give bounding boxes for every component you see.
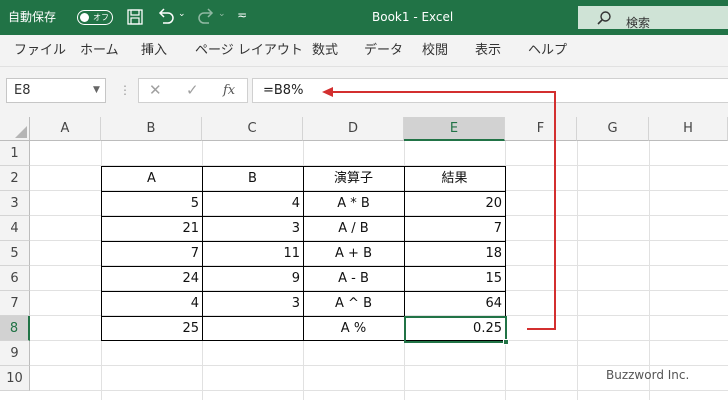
cell-e3[interactable]: 20 <box>404 191 505 216</box>
tab-data[interactable]: データ <box>364 35 403 66</box>
tab-file[interactable]: ファイル <box>14 35 66 66</box>
select-all-corner[interactable] <box>0 117 30 141</box>
ribbon-tabs: ファイル ホーム 挿入 ページ レイアウト 数式 データ 校閲 表示 ヘルプ <box>0 35 728 67</box>
cell-e5[interactable]: 18 <box>404 241 505 266</box>
row-header-7[interactable]: 7 <box>0 291 30 316</box>
cell-c7[interactable]: 3 <box>202 291 303 316</box>
cell-b2[interactable]: A <box>101 166 202 191</box>
name-box-value: E8 <box>14 83 31 98</box>
cell-b8[interactable]: 25 <box>101 316 202 341</box>
tab-formulas[interactable]: 数式 <box>312 35 338 66</box>
tab-insert[interactable]: 挿入 <box>141 35 167 66</box>
window-title: Book1 - Excel <box>372 10 454 24</box>
cell-e6[interactable]: 15 <box>404 266 505 291</box>
row-header-4[interactable]: 4 <box>0 216 30 241</box>
row-header-9[interactable]: 9 <box>0 341 30 366</box>
cell-d7[interactable]: A ^ B <box>303 291 404 316</box>
autosave-label: 自動保存 <box>8 10 57 24</box>
cell-d3[interactable]: A * B <box>303 191 404 216</box>
cell-c3[interactable]: 4 <box>202 191 303 216</box>
column-header-f[interactable]: F <box>505 117 577 141</box>
row-header-5[interactable]: 5 <box>0 241 30 266</box>
save-icon[interactable] <box>126 8 144 30</box>
column-header-g[interactable]: G <box>577 117 649 141</box>
cancel-icon[interactable]: ✕ <box>149 79 162 102</box>
more-options-icon[interactable]: ⋮ <box>119 80 131 100</box>
row-header-2[interactable]: 2 <box>0 166 30 191</box>
title-bar: 自動保存 オフ ⌄ ⌄ ≂ Book1 - Excel 検索 <box>0 0 728 35</box>
autosave-toggle[interactable]: オフ <box>77 10 113 25</box>
gridline <box>649 141 650 400</box>
cell-b3[interactable]: 5 <box>101 191 202 216</box>
active-cell-selection <box>404 316 507 343</box>
formula-buttons: ✕ ✓ fx <box>138 78 248 103</box>
cell-b4[interactable]: 21 <box>101 216 202 241</box>
cell-d5[interactable]: A + B <box>303 241 404 266</box>
search-icon <box>596 10 612 30</box>
autosave-state: オフ <box>93 13 109 22</box>
tab-help[interactable]: ヘルプ <box>528 35 567 66</box>
name-box-dropdown-icon[interactable]: ▼ <box>93 79 100 102</box>
cell-d4[interactable]: A / B <box>303 216 404 241</box>
row-header-1[interactable]: 1 <box>0 141 30 166</box>
column-header-a[interactable]: A <box>30 117 101 141</box>
cell-e2[interactable]: 結果 <box>404 166 505 191</box>
cell-e7[interactable]: 64 <box>404 291 505 316</box>
cell-d2[interactable]: 演算子 <box>303 166 404 191</box>
formula-input[interactable]: =B8% <box>252 78 728 103</box>
watermark: Buzzword Inc. <box>606 368 690 382</box>
undo-dropdown-icon[interactable]: ⌄ <box>178 9 186 19</box>
cell-c5[interactable]: 11 <box>202 241 303 266</box>
tab-view[interactable]: 表示 <box>475 35 501 66</box>
row-header-3[interactable]: 3 <box>0 191 30 216</box>
tab-home[interactable]: ホーム <box>80 35 119 66</box>
cell-c6[interactable]: 9 <box>202 266 303 291</box>
cell-d6[interactable]: A - B <box>303 266 404 291</box>
gridline <box>577 141 578 400</box>
cell-b7[interactable]: 4 <box>101 291 202 316</box>
gridline <box>30 365 728 366</box>
tab-page-layout[interactable]: ページ レイアウト <box>195 35 303 66</box>
formula-bar: E8 ▼ ⋮ ✕ ✓ fx =B8% <box>0 67 728 117</box>
undo-icon[interactable] <box>156 8 176 30</box>
search-box[interactable]: 検索 <box>578 6 728 30</box>
cell-e4[interactable]: 7 <box>404 216 505 241</box>
row-header-8[interactable]: 8 <box>0 316 30 341</box>
column-header-c[interactable]: C <box>202 117 303 141</box>
customize-toolbar-icon[interactable]: ≂ <box>237 8 247 22</box>
redo-dropdown-icon[interactable]: ⌄ <box>218 9 226 19</box>
cell-d8[interactable]: A % <box>303 316 404 341</box>
cell-b5[interactable]: 7 <box>101 241 202 266</box>
cell-b6[interactable]: 24 <box>101 266 202 291</box>
column-header-b[interactable]: B <box>101 117 202 141</box>
cell-c2[interactable]: B <box>202 166 303 191</box>
insert-function-icon[interactable]: fx <box>223 79 235 102</box>
fill-handle[interactable] <box>503 339 509 345</box>
toggle-knob <box>80 13 89 22</box>
cell-c4[interactable]: 3 <box>202 216 303 241</box>
worksheet-grid: A B C D E F G H 1 2 3 4 5 6 7 8 9 10 A B… <box>0 117 728 400</box>
cell-c8[interactable] <box>202 316 303 341</box>
redo-icon[interactable] <box>196 8 216 30</box>
column-header-e[interactable]: E <box>404 117 505 141</box>
column-header-d[interactable]: D <box>303 117 404 141</box>
name-box[interactable]: E8 ▼ <box>6 78 106 103</box>
row-header-10[interactable]: 10 <box>0 366 30 391</box>
column-header-h[interactable]: H <box>649 117 728 141</box>
tab-review[interactable]: 校閲 <box>422 35 448 66</box>
row-header-6[interactable]: 6 <box>0 266 30 291</box>
formula-value: =B8% <box>263 83 304 98</box>
gridline <box>30 390 728 391</box>
enter-icon[interactable]: ✓ <box>186 79 199 102</box>
